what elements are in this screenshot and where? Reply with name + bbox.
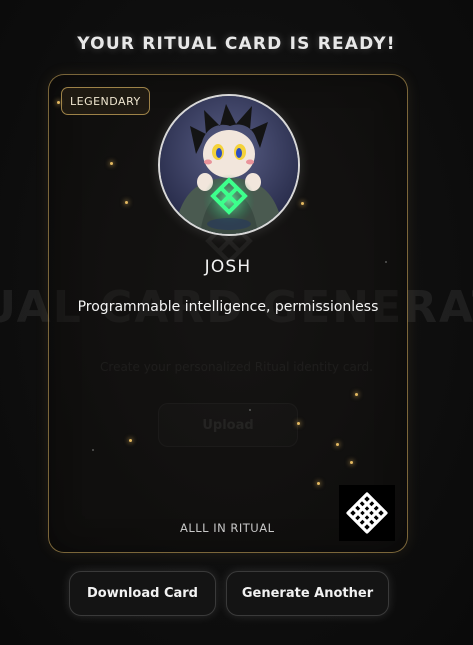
sparkle [301,202,304,205]
sparkle [129,439,132,442]
sparkle [57,101,60,104]
ritual-card: LEGENDARY JOSH Programmable intelligence… [48,74,408,553]
generate-another-button[interactable]: Generate Another [226,571,389,616]
sparkle [350,461,353,464]
card-name: JOSH [204,257,252,277]
sparkle [355,393,358,396]
sparkle [317,482,320,485]
sparkle [110,162,113,165]
sparkle [336,443,339,446]
ritual-knot-icon [346,492,388,534]
sparkle [249,409,251,411]
sparkle [92,449,94,451]
rarity-badge: LEGENDARY [61,87,150,115]
page: RITUAL CARD GENERATOR Create your person… [0,0,473,645]
avatar [158,94,300,236]
card-tagline: Programmable intelligence, permissionles… [77,299,379,315]
sparkle [125,201,128,204]
ritual-logo [339,485,395,541]
card-footer-text: ALLL IN RITUAL [180,521,275,535]
page-title: YOUR RITUAL CARD IS READY! [77,34,396,54]
download-card-button[interactable]: Download Card [69,571,216,616]
sparkle [297,422,300,425]
avatar-illustration [160,96,298,234]
